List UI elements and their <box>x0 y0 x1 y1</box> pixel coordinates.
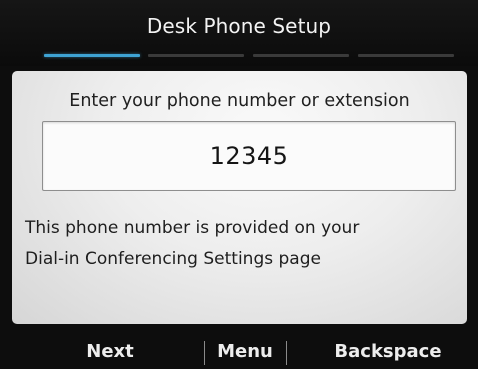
help-text-line-1: This phone number is provided on your <box>25 218 360 238</box>
progress-step-4 <box>358 54 454 57</box>
page-title: Desk Phone Setup <box>146 14 332 38</box>
phone-number-input[interactable]: 12345 <box>42 121 456 191</box>
next-button[interactable]: Next <box>60 335 160 369</box>
menu-button[interactable]: Menu <box>206 335 284 369</box>
help-text-line-2: Dial-in Conferencing Settings page <box>25 249 321 269</box>
header-bar: Desk Phone Setup <box>0 0 478 66</box>
softkey-bar: Next Menu Backspace <box>0 335 478 369</box>
softkey-divider <box>286 341 287 365</box>
backspace-button[interactable]: Backspace <box>318 335 458 369</box>
step-progress-indicator <box>44 54 454 58</box>
phone-screen: Desk Phone Setup Enter your phone number… <box>0 0 478 369</box>
softkey-divider <box>204 341 205 365</box>
progress-step-2 <box>148 54 244 57</box>
progress-step-1 <box>44 54 140 57</box>
setup-card: Enter your phone number or extension 123… <box>12 71 467 324</box>
progress-step-3 <box>253 54 349 57</box>
phone-number-input-value: 12345 <box>209 142 289 170</box>
help-text: This phone number is provided on your Di… <box>25 213 461 275</box>
input-prompt-label: Enter your phone number or extension <box>69 91 410 111</box>
